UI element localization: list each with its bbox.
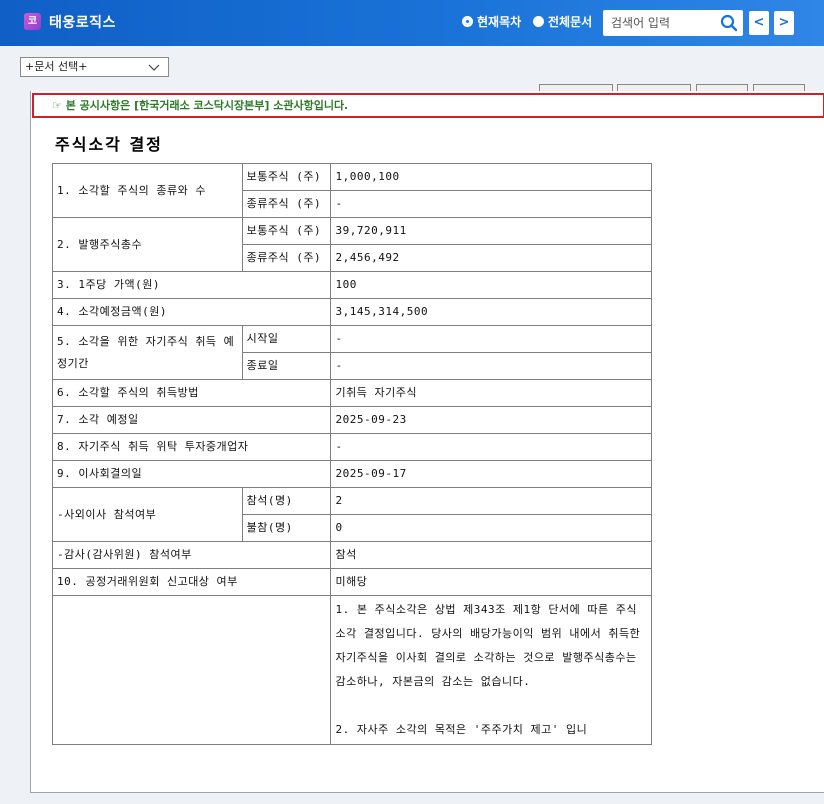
row-label: 8. 자기주식 취득 위탁 투자중개업자 xyxy=(51,433,332,461)
jurisdiction-notice: ☞ 본 공시사항은 [한국거래소 코스닥시장본부] 소관사항입니다. xyxy=(32,93,824,118)
sub-label: 종료일 xyxy=(241,352,332,380)
row-label: 3. 1주당 가액(원) xyxy=(51,271,332,299)
page-title: 주식소각 결정 xyxy=(55,135,163,154)
radio-all-documents-label: 전체문서 xyxy=(548,15,593,29)
document-viewer: ☞ 본 공시사항은 [한국거래소 코스닥시장본부] 소관사항입니다. 주식소각 … xyxy=(30,91,824,793)
remarks-paragraph: 2. 자사주 소각의 목적은 '주주가치 제고' 입니 xyxy=(335,723,588,736)
table-row: 1. 소각할 주식의 종류와 수 보통주식 (주) 1,000,100 xyxy=(52,163,652,218)
table-row: 8. 자기주식 취득 위탁 투자중개업자 - xyxy=(51,433,652,461)
cell-value: 참석 xyxy=(330,541,652,569)
remarks-cell: 1. 본 주식소각은 상법 제343조 제1항 단서에 따른 주식 소각 결정입… xyxy=(330,595,652,745)
top-bar: 코 태웅로직스 현재목차 전체문서 < > xyxy=(0,0,824,46)
radio-current-toc[interactable]: 현재목차 xyxy=(462,13,521,30)
cell-value: 39,720,911 xyxy=(330,217,652,245)
chevron-down-icon xyxy=(148,64,160,71)
cell-value: - xyxy=(330,433,652,461)
table-row: 1. 본 주식소각은 상법 제343조 제1항 단서에 따른 주식 소각 결정입… xyxy=(51,595,652,745)
radio-checked-icon xyxy=(462,16,473,27)
sub-label: 보통주식 (주) xyxy=(241,163,332,191)
remarks-paragraph: 1. 본 주식소각은 상법 제343조 제1항 단서에 따른 주식 소각 결정입… xyxy=(335,603,641,688)
cell-value: 2025-09-17 xyxy=(330,460,652,488)
table-row: 7. 소각 예정일 2025-09-23 xyxy=(51,406,652,434)
table-row: 4. 소각예정금액(원) 3,145,314,500 xyxy=(51,298,652,326)
row-label: 4. 소각예정금액(원) xyxy=(51,298,332,326)
disclosure-table: 1. 소각할 주식의 종류와 수 보통주식 (주) 1,000,100 종류주식… xyxy=(51,163,652,745)
table-row: -사외이사 참석여부 참석(명) 2 xyxy=(52,487,652,542)
row-label: 1. 소각할 주식의 종류와 수 xyxy=(52,163,243,218)
table-row: 10. 공정거래위원회 신고대상 여부 미해당 xyxy=(51,568,652,596)
row-label: -사외이사 참석여부 xyxy=(52,487,243,542)
cell-value: 3,145,314,500 xyxy=(330,298,652,326)
radio-unchecked-icon xyxy=(533,16,544,27)
cell-value: 기취득 자기주식 xyxy=(330,379,652,407)
table-row: 3. 1주당 가액(원) 100 xyxy=(51,271,652,299)
sub-label: 참석(명) xyxy=(241,487,332,515)
cell-value: 2025-09-23 xyxy=(330,406,652,434)
sub-label: 종류주식 (주) xyxy=(241,244,332,272)
cell-value: 100 xyxy=(330,271,652,299)
cell-value: 2,456,492 xyxy=(330,244,652,272)
table-row: 9. 이사회결의일 2025-09-17 xyxy=(51,460,652,488)
company-name: 태웅로직스 xyxy=(49,15,116,31)
row-label: 6. 소각할 주식의 취득방법 xyxy=(51,379,332,407)
sub-label: 보통주식 (주) xyxy=(241,217,332,245)
sub-label: 불참(명) xyxy=(241,514,332,542)
row-label: 10. 공정거래위원회 신고대상 여부 xyxy=(51,568,332,596)
cell-value: 2 xyxy=(330,487,652,515)
sub-label: 시작일 xyxy=(241,325,332,353)
row-label: 5. 소각을 위한 자기주식 취득 예정기간 xyxy=(52,325,243,380)
cell-value: 0 xyxy=(330,514,652,542)
search-icon[interactable] xyxy=(720,14,738,32)
cell-value: - xyxy=(330,325,652,353)
table-row: 2. 발행주식총수 보통주식 (주) 39,720,911 xyxy=(52,217,652,272)
document-select[interactable]: +문서 선택+ xyxy=(20,57,169,77)
cell-value: 미해당 xyxy=(330,568,652,596)
row-label: 9. 이사회결의일 xyxy=(51,460,332,488)
row-label: -감사(감사위원) 참석여부 xyxy=(51,541,332,569)
previous-button[interactable]: < xyxy=(749,11,769,35)
sub-label: 종류주식 (주) xyxy=(241,190,332,218)
radio-current-toc-label: 현재목차 xyxy=(477,15,522,29)
row-label: 2. 발행주식총수 xyxy=(52,217,243,272)
document-select-value: +문서 선택+ xyxy=(25,60,88,73)
cell-value: - xyxy=(330,352,652,380)
table-row: 6. 소각할 주식의 취득방법 기취득 자기주식 xyxy=(51,379,652,407)
row-label: 7. 소각 예정일 xyxy=(51,406,332,434)
cell-value: 1,000,100 xyxy=(330,163,652,191)
row-label-empty xyxy=(51,595,332,745)
cell-value: - xyxy=(330,190,652,218)
next-button[interactable]: > xyxy=(774,11,794,35)
company-logo-icon: 코 xyxy=(24,13,41,30)
search-box xyxy=(603,10,743,36)
search-input[interactable] xyxy=(603,10,713,36)
table-row: -감사(감사위원) 참석여부 참석 xyxy=(51,541,652,569)
radio-all-documents[interactable]: 전체문서 xyxy=(533,13,592,30)
table-row: 5. 소각을 위한 자기주식 취득 예정기간 시작일 - xyxy=(52,325,652,380)
